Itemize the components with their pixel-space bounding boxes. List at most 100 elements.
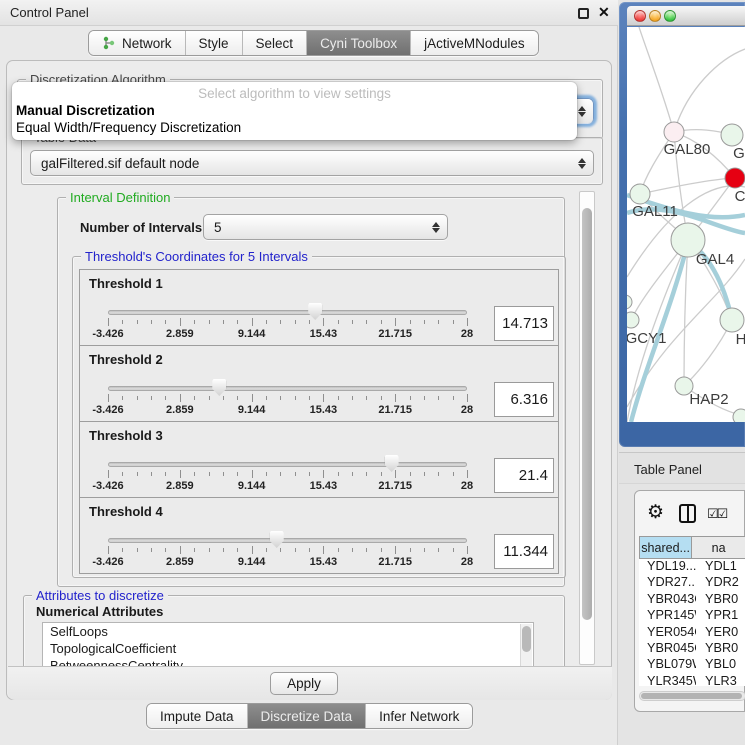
thresholds-group: Threshold's Coordinates for 5 Intervals … xyxy=(72,256,566,578)
table-row[interactable]: YER054CYER0 xyxy=(639,625,745,641)
threshold-value-field[interactable]: 11.344 xyxy=(494,534,554,569)
list-scrollbar[interactable] xyxy=(520,624,532,667)
tick-mark xyxy=(237,320,238,324)
tick-mark xyxy=(424,548,425,552)
threshold-label: Threshold 3 xyxy=(89,428,163,443)
network-node[interactable] xyxy=(627,312,639,328)
apply-button[interactable]: Apply xyxy=(270,672,338,695)
node-attribute-table: shared... na YDL19...YDL1YDR27...YDR2YBR… xyxy=(639,536,745,686)
tick-label: 15.43 xyxy=(310,480,338,492)
popup-option-equal-width-frequency[interactable]: Equal Width/Frequency Discretization xyxy=(16,120,241,135)
table-row[interactable]: YDL19...YDL1 xyxy=(639,559,745,575)
tab-style[interactable]: Style xyxy=(186,31,243,55)
tab-impute-data[interactable]: Impute Data xyxy=(147,704,248,728)
tick-mark xyxy=(323,470,324,478)
network-node[interactable] xyxy=(627,295,632,309)
table-row[interactable]: YLR345WYLR3 xyxy=(639,674,745,686)
slider-track[interactable] xyxy=(108,462,467,467)
table-row[interactable]: YBR043CYBR0 xyxy=(639,592,745,608)
popup-option-manual-discretization[interactable]: Manual Discretization xyxy=(16,103,155,118)
list-item[interactable]: SelfLoops xyxy=(43,623,533,640)
node-label: C xyxy=(735,188,745,205)
split-columns-icon[interactable] xyxy=(679,504,696,523)
list-item[interactable]: TopologicalCoefficient xyxy=(43,640,533,657)
tick-mark xyxy=(280,320,281,324)
slider-track[interactable] xyxy=(108,538,467,543)
cell-shared-name: YDR27... xyxy=(639,575,696,591)
tick-mark xyxy=(381,396,382,400)
tick-mark xyxy=(280,548,281,552)
float-window-icon[interactable] xyxy=(578,8,589,19)
table-row[interactable]: YPR145WYPR1 xyxy=(639,608,745,624)
tick-label: 21.715 xyxy=(378,328,412,340)
table-data-combobox[interactable]: galFiltered.sif default node xyxy=(30,150,594,176)
cell-name: YBR0 xyxy=(696,641,745,657)
numerical-attributes-list[interactable]: SelfLoopsTopologicalCoefficientBetweenne… xyxy=(42,622,534,667)
tick-mark xyxy=(137,396,138,400)
column-header-shared-name[interactable]: shared... xyxy=(639,536,692,559)
tab-cyni-toolbox[interactable]: Cyni Toolbox xyxy=(307,31,411,55)
tick-mark xyxy=(137,320,138,324)
tab-select[interactable]: Select xyxy=(243,31,308,55)
panel-scrollbar[interactable] xyxy=(579,191,595,665)
close-traffic-light[interactable] xyxy=(634,10,646,22)
column-header-name[interactable]: na xyxy=(692,536,745,559)
threshold-value-field[interactable]: 14.713 xyxy=(494,306,554,341)
slider-ticks xyxy=(108,546,467,554)
tick-label: 15.43 xyxy=(310,404,338,416)
table-toolbar: ⚙ ☑☑ xyxy=(635,491,744,535)
number-of-intervals-combobox[interactable]: 5 xyxy=(203,214,448,240)
slider-tick-labels: -3.4262.8599.14415.4321.71528 xyxy=(108,328,467,340)
network-node[interactable] xyxy=(720,308,744,332)
slider-track[interactable] xyxy=(108,310,467,315)
checkboxes-icon[interactable]: ☑☑ xyxy=(707,506,726,522)
tab-infer-network[interactable]: Infer Network xyxy=(366,704,472,728)
cell-shared-name: YBR043C xyxy=(639,592,696,608)
scrollbar-thumb[interactable] xyxy=(641,693,742,699)
threshold-panel: Threshold 2-3.4262.8599.14415.4321.71528… xyxy=(79,345,559,422)
zoom-traffic-light[interactable] xyxy=(664,10,676,22)
bottom-tab-bar: Impute Data Discretize Data Infer Networ… xyxy=(146,703,473,729)
network-node[interactable] xyxy=(630,184,650,204)
tab-label: jActiveMNodules xyxy=(424,36,525,51)
tab-jactivemnodules[interactable]: jActiveMNodules xyxy=(411,31,538,55)
tick-mark xyxy=(352,396,353,400)
threshold-value-field[interactable]: 21.4 xyxy=(494,458,554,493)
tick-mark xyxy=(266,548,267,552)
popup-hint: Select algorithm to view settings xyxy=(12,86,577,101)
table-row[interactable]: YBR045CYBR0 xyxy=(639,641,745,657)
network-node[interactable] xyxy=(733,409,745,422)
slider-ticks xyxy=(108,470,467,478)
gear-icon[interactable]: ⚙ xyxy=(647,501,664,524)
network-node[interactable] xyxy=(664,122,684,142)
slider-track[interactable] xyxy=(108,386,467,391)
tick-mark xyxy=(151,548,152,552)
network-canvas[interactable]: GAL80GCGAL11GAL4GCY1HHAP2 xyxy=(627,27,745,422)
top-tab-bar: Network Style Select Cyni Toolbox jActiv… xyxy=(88,30,539,56)
table-data-group: Table Data galFiltered.sif default node xyxy=(21,137,603,185)
table-row[interactable]: YDR27...YDR2 xyxy=(639,575,745,591)
minimize-traffic-light[interactable] xyxy=(649,10,661,22)
network-window-titlebar xyxy=(627,6,745,26)
tick-mark xyxy=(424,320,425,324)
tick-mark xyxy=(209,396,210,400)
network-node[interactable] xyxy=(721,124,743,146)
tick-label: 15.43 xyxy=(310,556,338,568)
tick-mark xyxy=(122,548,123,552)
tick-label: 21.715 xyxy=(378,480,412,492)
network-node[interactable] xyxy=(725,168,745,188)
threshold-value-field[interactable]: 6.316 xyxy=(494,382,554,417)
tick-mark xyxy=(108,318,109,326)
number-of-intervals-label: Number of Intervals xyxy=(80,220,202,235)
close-window-icon[interactable]: ✕ xyxy=(598,4,610,21)
tick-mark xyxy=(237,548,238,552)
tab-network[interactable]: Network xyxy=(89,31,186,55)
scrollbar-thumb[interactable] xyxy=(582,208,592,620)
tick-mark xyxy=(252,318,253,326)
tab-discretize-data[interactable]: Discretize Data xyxy=(248,704,367,728)
tick-mark xyxy=(223,472,224,476)
tick-mark xyxy=(151,320,152,324)
table-row[interactable]: YBL079WYBL0 xyxy=(639,657,745,673)
table-horizontal-scrollbar[interactable] xyxy=(639,691,745,701)
scrollbar-thumb[interactable] xyxy=(522,626,531,652)
